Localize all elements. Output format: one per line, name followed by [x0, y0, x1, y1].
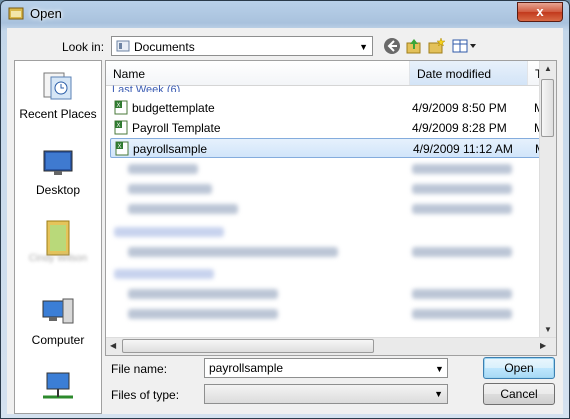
excel-file-icon: X [114, 120, 128, 135]
blurred-file-date [412, 309, 512, 319]
lookin-dropdown[interactable]: Documents ▼ [111, 36, 373, 56]
file-list[interactable]: Name Date modified T Last Week (6) X bud… [105, 60, 557, 356]
scroll-up-icon[interactable]: ▲ [544, 64, 552, 73]
user-folder-icon [46, 220, 70, 256]
excel-file-icon: X [114, 100, 128, 115]
recent-places-icon [43, 72, 72, 100]
new-folder-icon[interactable] [427, 37, 445, 55]
blurred-file-date [412, 289, 512, 299]
vertical-scroll-thumb[interactable] [541, 79, 554, 137]
cancel-button[interactable]: Cancel [483, 383, 555, 405]
blurred-file-date [412, 184, 512, 194]
file-row[interactable]: X Payroll Template 4/9/2009 8:28 PM M [110, 118, 544, 138]
scroll-left-icon[interactable]: ◀ [110, 341, 116, 350]
blurred-file-row[interactable] [128, 247, 338, 257]
column-name[interactable]: Name [106, 61, 410, 85]
blurred-group-header[interactable] [114, 227, 224, 237]
places-bar: Recent Places Desktop Cindy Wilson Compu… [14, 60, 102, 414]
excel-file-icon: X [115, 141, 129, 156]
title-bar[interactable]: Open x [1, 1, 569, 26]
window-title: Open [30, 6, 62, 21]
blurred-group-header[interactable] [114, 269, 214, 279]
blurred-file-row[interactable] [128, 309, 278, 319]
blurred-file-date [412, 164, 512, 174]
chevron-down-icon: ▼ [434, 389, 443, 399]
file-name: Payroll Template [132, 121, 221, 135]
open-dialog: Open x Look in: Documents ▼ Recent Place… [0, 0, 570, 419]
desktop-icon [43, 150, 73, 175]
documents-folder-icon [116, 40, 130, 52]
place-label: Computer [31, 333, 85, 347]
app-icon [8, 7, 24, 20]
dialog-client: Look in: Documents ▼ Recent Places Deskt… [7, 28, 563, 414]
file-row-selected[interactable]: X payrollsample 4/9/2009 11:12 AM M [110, 138, 545, 158]
place-computer[interactable]: Computer [15, 297, 101, 347]
vertical-scrollbar[interactable]: ▲ ▼ [539, 61, 556, 339]
open-button[interactable]: Open [483, 357, 555, 379]
filetype-dropdown[interactable]: ▼ [204, 384, 448, 404]
blurred-file-row[interactable] [128, 184, 212, 194]
file-name: payrollsample [133, 142, 208, 156]
column-date-modified[interactable]: Date modified [410, 61, 528, 85]
scroll-down-icon[interactable]: ▼ [544, 325, 552, 334]
scroll-right-icon[interactable]: ▶ [540, 341, 546, 350]
group-header[interactable]: Last Week (6) [112, 84, 180, 92]
place-label: Recent Places [19, 107, 97, 121]
place-user-folder[interactable]: Cindy Wilson [15, 217, 101, 264]
place-desktop[interactable]: Desktop [15, 147, 101, 197]
file-name: budgettemplate [132, 101, 215, 115]
file-date: 4/9/2009 11:12 AM [413, 142, 513, 156]
horizontal-scroll-thumb[interactable] [122, 339, 374, 353]
column-header: Name Date modified T [106, 61, 542, 86]
network-icon [43, 372, 73, 399]
views-menu-icon[interactable] [451, 37, 477, 55]
file-date: 4/9/2009 8:28 PM [412, 121, 507, 135]
horizontal-scrollbar[interactable]: ◀ ▶ [106, 337, 556, 355]
lookin-label: Look in: [62, 40, 105, 54]
blurred-file-row[interactable] [128, 289, 278, 299]
blurred-file-row[interactable] [128, 164, 198, 174]
blurred-file-date [412, 247, 512, 257]
filename-label: File name: [111, 362, 168, 376]
lookin-value: Documents [134, 40, 195, 54]
place-label: Cindy Wilson [28, 253, 88, 264]
chevron-down-icon: ▼ [359, 42, 368, 52]
svg-text:X: X [118, 144, 122, 150]
file-date: 4/9/2009 8:50 PM [412, 101, 507, 115]
svg-text:X: X [117, 123, 121, 129]
blurred-file-row[interactable] [128, 204, 238, 214]
up-folder-icon[interactable] [405, 37, 423, 55]
svg-text:X: X [117, 103, 121, 109]
blurred-file-date [412, 204, 512, 214]
file-row[interactable]: X budgettemplate 4/9/2009 8:50 PM M [110, 98, 544, 118]
filetype-label: Files of type: [111, 388, 180, 402]
filename-input[interactable] [204, 358, 448, 378]
back-icon[interactable] [383, 37, 401, 55]
computer-icon [42, 298, 74, 324]
chevron-down-icon[interactable]: ▼ [435, 364, 444, 374]
place-recent-places[interactable]: Recent Places [15, 71, 101, 121]
place-label: Desktop [35, 183, 81, 197]
place-network[interactable] [15, 371, 101, 407]
close-button[interactable]: x [517, 2, 563, 22]
